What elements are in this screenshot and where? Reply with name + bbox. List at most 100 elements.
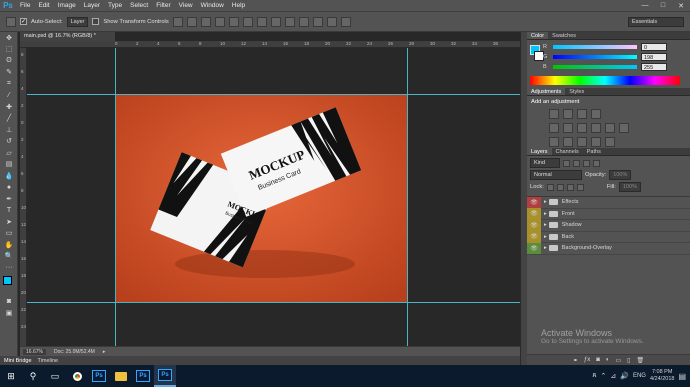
selective-color-icon[interactable] [605,137,615,147]
tab-channels[interactable]: Channels [552,148,583,155]
expand-arrow-icon[interactable]: ▸ [544,222,547,228]
move-tool-preset-icon[interactable] [6,16,16,27]
menu-edit[interactable]: Edit [34,2,53,9]
marquee-tool-icon[interactable]: ⬚ [0,44,18,56]
filter-adjustment-icon[interactable] [573,159,580,167]
shape-tool-icon[interactable]: ▭ [0,228,18,240]
lock-transparent-icon[interactable] [546,183,554,191]
tab-adjustments[interactable]: Adjustments [527,88,566,95]
lock-pixels-icon[interactable] [556,183,564,191]
filter-pixel-icon[interactable] [563,159,570,167]
g-value-input[interactable]: 198 [641,53,667,61]
curves-icon[interactable] [577,109,587,119]
menu-layer[interactable]: Layer [80,2,104,9]
layer-filter-kind[interactable]: Kind [530,158,560,168]
opacity-input[interactable]: 100% [609,170,632,180]
panel-collapse-strip[interactable] [520,32,527,365]
lock-position-icon[interactable] [566,183,574,191]
network-icon[interactable]: ⊿ [610,372,616,380]
brightness-contrast-icon[interactable] [549,109,559,119]
zoom-tool-icon[interactable]: 🔍 [0,251,18,263]
type-tool-icon[interactable]: T [0,205,18,217]
healing-tool-icon[interactable]: ✚ [0,101,18,113]
eraser-tool-icon[interactable]: ▱ [0,147,18,159]
chrome-icon[interactable] [66,365,88,387]
notifications-icon[interactable]: ▤ [678,372,686,381]
fill-input[interactable]: 100% [618,182,641,192]
clone-tool-icon[interactable]: ⊥ [0,124,18,136]
vibrance-icon[interactable] [549,123,559,133]
link-layers-icon[interactable]: ⚭ [573,357,578,364]
quick-select-tool-icon[interactable]: ✎ [0,67,18,79]
people-icon[interactable]: ጸ [592,372,596,380]
exposure-icon[interactable] [591,109,601,119]
document-size[interactable]: Doc: 25.0M/52.4M [54,349,95,355]
menu-image[interactable]: Image [54,2,80,9]
guide-horizontal-top[interactable] [27,94,520,95]
path-select-tool-icon[interactable]: ➤ [0,216,18,228]
blur-tool-icon[interactable]: 💧 [0,170,18,182]
lasso-tool-icon[interactable]: ʘ [0,55,18,67]
color-swatches-icon[interactable] [0,274,18,296]
distribute-right-icon[interactable] [326,16,337,27]
volume-icon[interactable]: 🔊 [620,372,629,380]
align-left-icon[interactable] [214,16,225,27]
expand-arrow-icon[interactable]: ▸ [544,211,547,217]
expand-arrow-icon[interactable]: ▸ [544,234,547,240]
tab-paths[interactable]: Paths [583,148,605,155]
layer-row-background-overlay[interactable]: 👁 ▸ Background-Overlay [527,242,690,255]
dodge-tool-icon[interactable]: ● [0,182,18,194]
filter-type-icon[interactable] [583,159,590,167]
tab-layers[interactable]: Layers [527,148,552,155]
guide-horizontal-bottom[interactable] [27,302,520,303]
screen-mode-icon[interactable]: ▣ [0,307,18,319]
posterize-icon[interactable] [563,137,573,147]
channel-mixer-icon[interactable] [619,123,629,133]
distribute-top-icon[interactable] [256,16,267,27]
zoom-level[interactable]: 16.67% [23,348,46,355]
photoshop-taskbar-icon[interactable]: Ps [88,365,110,387]
hue-saturation-icon[interactable] [563,123,573,133]
tab-mini-bridge[interactable]: Mini Bridge [4,358,32,364]
photoshop-taskbar-icon-active[interactable]: Ps [154,365,176,387]
distribute-bottom-icon[interactable] [284,16,295,27]
visibility-eye-icon[interactable]: 👁 [527,208,541,220]
align-top-icon[interactable] [172,16,183,27]
menu-view[interactable]: View [175,2,197,9]
color-balance-icon[interactable] [577,123,587,133]
task-view-icon[interactable]: ▭ [44,365,66,387]
auto-align-icon[interactable] [340,16,351,27]
b-slider[interactable] [553,65,637,69]
crop-tool-icon[interactable]: ⌗ [0,78,18,90]
tab-styles[interactable]: Styles [565,88,588,95]
adjustment-layer-icon[interactable]: ◐ [606,357,610,363]
photo-filter-icon[interactable] [605,123,615,133]
r-value-input[interactable]: 0 [641,43,667,51]
expand-arrow-icon[interactable]: ▸ [544,245,547,251]
align-middle-icon[interactable] [186,16,197,27]
tab-color[interactable]: Color [527,32,549,39]
layer-style-icon[interactable]: ƒx [584,357,590,363]
menu-select[interactable]: Select [126,2,152,9]
blend-mode-dropdown[interactable]: Normal [530,170,582,180]
expand-arrow-icon[interactable]: ▸ [544,199,547,205]
b-value-input[interactable]: 255 [641,63,667,71]
hand-tool-icon[interactable]: ✋ [0,239,18,251]
photoshop-taskbar-icon-2[interactable]: Ps [132,365,154,387]
document-tab[interactable]: main.psd @ 16.7% (RGB/8) * [20,32,115,41]
tab-timeline[interactable]: Timeline [38,358,59,364]
gradient-tool-icon[interactable]: ▤ [0,159,18,171]
align-right-icon[interactable] [242,16,253,27]
tab-swatches[interactable]: Swatches [548,32,580,39]
show-transform-checkbox[interactable] [92,18,100,25]
maximize-button[interactable]: □ [654,0,672,11]
align-bottom-icon[interactable] [200,16,211,27]
workspace-switcher[interactable]: Essentials [628,17,684,27]
quick-mask-icon[interactable]: ◙ [0,296,18,308]
gradient-map-icon[interactable] [591,137,601,147]
more-tools-icon[interactable]: ··· [0,262,18,274]
move-tool-icon[interactable]: ✥ [0,32,18,44]
close-button[interactable]: ✕ [672,0,690,11]
file-explorer-icon[interactable] [110,365,132,387]
delete-layer-icon[interactable]: 🗑 [636,357,644,364]
